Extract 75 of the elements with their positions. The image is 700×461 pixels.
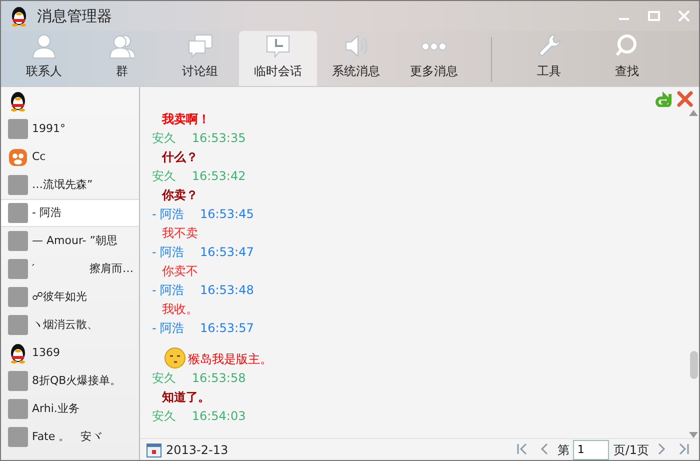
speaker-icon (343, 33, 369, 59)
message-header: - 阿浩 16:53:48 (152, 282, 255, 299)
scroll-down-icon[interactable] (689, 432, 698, 438)
last-page-icon[interactable] (678, 442, 690, 456)
scrollbar-thumb[interactable] (690, 351, 698, 379)
window-title: 消息管理器 (37, 6, 112, 27)
avatar-placeholder (8, 399, 28, 419)
wrench-icon (536, 33, 562, 59)
contact-item[interactable]: ヽ烟消云散、 (1, 311, 139, 339)
avatar-placeholder (8, 315, 28, 335)
toolbar-button[interactable]: 查找 (588, 31, 666, 86)
previous-page-icon[interactable] (538, 442, 550, 456)
avatar-placeholder (8, 231, 28, 251)
more-dots-icon (421, 42, 447, 51)
date-label: 2013-2-13 (166, 442, 228, 458)
toolbar-tab[interactable]: 更多消息 (395, 31, 473, 86)
contact-item[interactable]: Fate 。 安ヾ (1, 423, 139, 451)
emoji-face-icon (164, 347, 186, 369)
message-text: 猴岛我是版主。 (188, 351, 272, 368)
message-text: 我卖啊！ (160, 111, 211, 128)
next-page-icon[interactable] (656, 442, 668, 456)
message-text: 什么？ (160, 149, 199, 166)
contact-item[interactable]: 1369 (1, 339, 139, 367)
maximize-icon[interactable] (648, 10, 660, 22)
toolbar-tab[interactable]: 联系人 (5, 31, 83, 86)
refresh-icon[interactable] (655, 90, 673, 106)
avatar-placeholder (8, 259, 28, 279)
message-header: - 阿浩 16:53:45 (152, 206, 255, 223)
page-prefix: 第 (557, 442, 570, 458)
close-icon[interactable] (678, 10, 690, 22)
message-header: 安久 16:54:03 (152, 408, 247, 425)
page-input[interactable]: 1 (573, 440, 610, 460)
penguin-avatar-icon (8, 342, 28, 364)
person-icon (31, 33, 57, 59)
chat-bubbles-icon (187, 33, 213, 59)
contact-item[interactable]: ′ 擦肩而… (1, 255, 139, 283)
contact-item[interactable]: - 阿浩 (1, 199, 139, 227)
contact-item[interactable]: 8折QB火爆接单。 (1, 367, 139, 395)
avatar-placeholder (8, 203, 28, 223)
toolbar-button[interactable]: 工具 (510, 31, 588, 86)
message-header: - 阿浩 16:53:57 (152, 320, 255, 337)
message-header: 安久 16:53:42 (152, 168, 247, 185)
toolbar-tab[interactable]: 临时会话 (239, 31, 317, 86)
tiger-avatar-icon (8, 147, 28, 167)
message-text: 我不卖 (161, 225, 199, 242)
page-suffix: 页/1页 (613, 442, 649, 458)
message-text: 我收。 (161, 301, 199, 318)
people-icon (109, 33, 135, 59)
delete-icon[interactable] (677, 90, 693, 106)
contact-item[interactable]: Cc (1, 143, 139, 171)
penguin-logo-icon (9, 5, 29, 27)
avatar-placeholder (8, 371, 28, 391)
message-header: 安久 16:53:58 (152, 370, 247, 387)
scroll-up-icon[interactable] (689, 110, 698, 116)
contact-item[interactable]: ☍彼年如光 (1, 283, 139, 311)
contact-item[interactable]: 1991° (1, 115, 139, 143)
toolbar-tab[interactable]: 讨论组 (161, 31, 239, 86)
avatar-placeholder (8, 427, 28, 447)
avatar-placeholder (8, 119, 28, 139)
message-text: 你卖不 (161, 263, 199, 280)
contact-item[interactable]: …流氓先森” (1, 171, 139, 199)
contact-item[interactable]: Arhi.业务 (1, 395, 139, 423)
toolbar-tab[interactable]: 系统消息 (317, 31, 395, 86)
calendar-icon[interactable] (146, 442, 162, 458)
avatar-placeholder (8, 287, 28, 307)
penguin-avatar-icon (8, 90, 28, 112)
message-header: 安久 16:53:35 (152, 130, 247, 147)
message-header: - 阿浩 16:53:47 (152, 244, 255, 261)
clock-bubble-icon (265, 33, 291, 59)
message-text: 知道了。 (160, 389, 211, 406)
avatar-placeholder (8, 175, 28, 195)
toolbar-tab[interactable]: 群 (83, 31, 161, 86)
first-page-icon[interactable] (516, 442, 528, 456)
contact-item[interactable]: — Amour- ”朝思 (1, 227, 139, 255)
message-text: 你卖？ (160, 187, 199, 204)
